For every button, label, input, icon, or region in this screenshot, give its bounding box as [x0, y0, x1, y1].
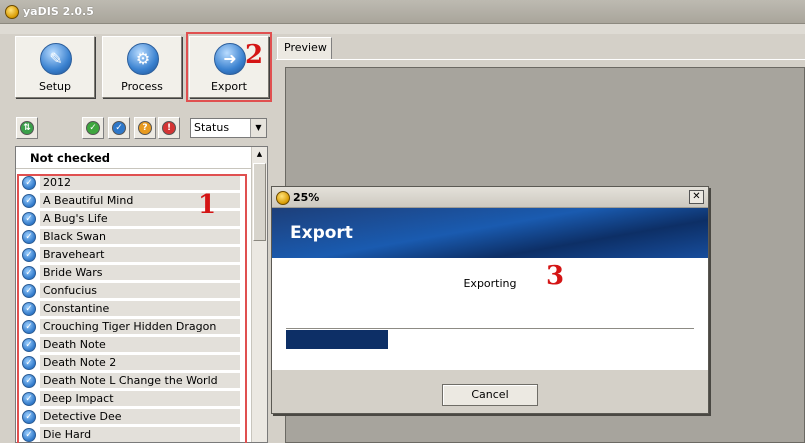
status-select[interactable]: Status ▼ — [190, 118, 267, 138]
setup-button[interactable]: ✎ Setup — [15, 36, 95, 98]
progress-fill — [286, 330, 388, 349]
process-button[interactable]: ⚙ Process — [102, 36, 182, 98]
marker-1: 1 — [198, 190, 217, 220]
question-icon: ? — [138, 121, 152, 135]
progress-bar — [286, 328, 694, 349]
marker-3: 3 — [546, 261, 565, 291]
refresh-button[interactable]: ⇅ — [16, 117, 38, 139]
app-icon — [276, 191, 290, 205]
cancel-button[interactable]: Cancel — [442, 384, 538, 406]
dialog-footer: Cancel — [272, 370, 708, 413]
dialog-title: 25% — [293, 191, 320, 204]
scroll-thumb[interactable] — [253, 163, 266, 241]
close-icon[interactable]: ✕ — [689, 190, 704, 204]
export-dialog: 25% ✕ Export Exporting Cancel — [271, 186, 709, 414]
refresh-icon: ⇅ — [20, 121, 34, 135]
filter-error-button[interactable]: ! — [158, 117, 180, 139]
window-title: yaDIS 2.0.5 — [23, 5, 94, 18]
dialog-title-bar: 25% ✕ — [272, 187, 708, 208]
error-icon: ! — [162, 121, 176, 135]
check-blue-icon: ✓ — [112, 121, 126, 135]
wrench-icon: ✎ — [40, 43, 72, 75]
top-strip — [0, 24, 805, 34]
filter-ok-button[interactable]: ✓ — [82, 117, 104, 139]
gear-icon: ⚙ — [127, 43, 159, 75]
dialog-body: Exporting — [272, 258, 708, 370]
filter-checked-button[interactable]: ✓ — [108, 117, 130, 139]
dialog-banner: Export — [272, 208, 708, 258]
tab-preview[interactable]: Preview — [277, 37, 332, 59]
scroll-up-icon[interactable]: ▲ — [252, 147, 267, 161]
list-header: Not checked — [16, 147, 252, 169]
status-select-value: Status — [194, 121, 230, 134]
list-scrollbar[interactable]: ▲ — [251, 147, 267, 442]
setup-label: Setup — [38, 80, 72, 93]
process-label: Process — [121, 80, 163, 93]
app-icon — [5, 5, 19, 19]
filter-unknown-button[interactable]: ? — [134, 117, 156, 139]
marker-2: 2 — [245, 40, 264, 70]
dialog-heading: Export — [290, 223, 353, 243]
title-bar: yaDIS 2.0.5 — [0, 0, 805, 24]
dialog-message: Exporting — [463, 277, 517, 290]
chevron-down-icon[interactable]: ▼ — [250, 119, 266, 137]
check-green-icon: ✓ — [86, 121, 100, 135]
